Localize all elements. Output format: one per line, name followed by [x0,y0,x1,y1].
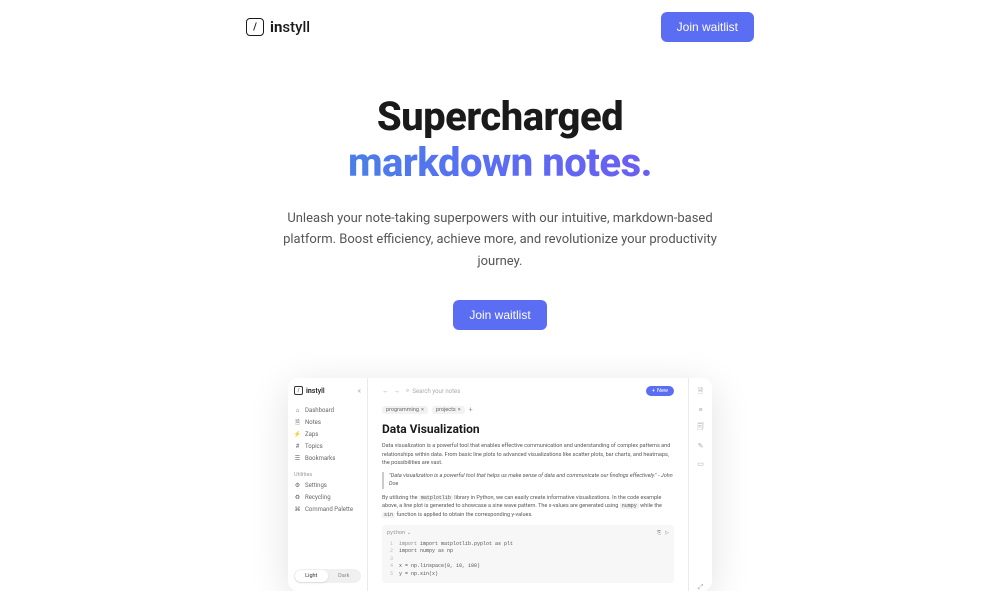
sidebar-item-settings[interactable]: ⚙Settings [294,482,361,489]
logo-mark-icon: / [246,18,264,36]
join-waitlist-button[interactable]: Join waitlist [661,12,754,42]
document-body: Data visualization is a powerful tool th… [382,442,674,583]
document-title: Data Visualization [382,422,674,436]
site-header: / instyll Join waitlist [0,0,1000,54]
sidebar-item-recycling[interactable]: ♻Recycling [294,494,361,501]
topbar: ← → ⌕ Search your notes + New [382,386,674,396]
sidebar-item-command-palette[interactable]: ⌘Command Palette [294,506,361,513]
rail-copy-icon[interactable]: 🗐 [697,424,705,432]
paragraph: By utilizing the matplotlib library in P… [382,494,674,520]
app-screenshot: / instyll « ⌂Dashboard 🗎Notes ⚡Zaps #Top… [288,378,712,591]
theme-dark[interactable]: Dark [328,570,361,582]
settings-icon: ⚙ [294,482,301,489]
code-block: python ⌄ ⎘ ▷ 1import import matplotlib.p… [382,525,674,583]
hero-section: Supercharged markdown notes. Unleash you… [0,54,1000,350]
theme-light[interactable]: Light [295,570,328,582]
tag-close-icon[interactable]: × [421,407,424,413]
sidebar: / instyll « ⌂Dashboard 🗎Notes ⚡Zaps #Top… [288,378,368,591]
tag-close-icon[interactable]: × [458,407,461,413]
rail-edit-icon[interactable]: ✎ [697,442,705,450]
sidebar-item-dashboard[interactable]: ⌂Dashboard [294,407,361,414]
tag-row: programming× projects× + [382,406,674,414]
tag-programming[interactable]: programming× [382,406,428,414]
search-icon: ⌕ [406,387,409,395]
add-tag-icon[interactable]: + [469,406,473,414]
hero-subtitle: Unleash your note-taking superpowers wit… [270,208,730,272]
hero-title: Supercharged markdown notes. [0,94,1000,186]
nav-forward-icon[interactable]: → [393,387,400,395]
inline-code: sin [382,512,395,518]
paragraph: Data visualization is a powerful tool th… [382,442,674,467]
search-input[interactable]: ⌕ Search your notes [406,387,640,395]
recycling-icon: ♻ [294,494,301,501]
topics-icon: # [294,443,301,450]
sidebar-item-zaps[interactable]: ⚡Zaps [294,431,361,438]
plus-icon: + [652,388,655,394]
inline-code: numpy [620,503,639,509]
command-icon: ⌘ [294,506,301,513]
sidebar-utils: ⚙Settings ♻Recycling ⌘Command Palette [294,482,361,513]
sidebar-item-notes[interactable]: 🗎Notes [294,419,361,426]
brand-name: instyll [270,18,310,36]
chevron-down-icon: ⌄ [407,530,411,538]
sidebar-collapse-icon[interactable]: « [358,387,361,395]
copy-icon[interactable]: ⎘ [657,530,661,538]
brand-logo[interactable]: / instyll [246,18,310,36]
theme-toggle[interactable]: Light Dark [294,569,361,583]
nav-back-icon[interactable]: ← [382,387,389,395]
tag-projects[interactable]: projects× [432,406,465,414]
rail-expand-icon[interactable]: ⤢ [697,583,705,591]
zaps-icon: ⚡ [294,431,301,438]
sidebar-nav: ⌂Dashboard 🗎Notes ⚡Zaps #Topics ☰Bookmar… [294,407,361,462]
sidebar-item-bookmarks[interactable]: ☰Bookmarks [294,455,361,462]
sidebar-logo: / instyll « [294,386,361,395]
blockquote: "Data visualization is a powerful tool t… [382,472,674,489]
home-icon: ⌂ [294,407,301,414]
rail-view-icon[interactable]: ▭ [697,460,705,468]
sidebar-section-utilities: Utilities [294,472,361,478]
code-language[interactable]: python ⌄ [387,530,411,538]
sidebar-item-topics[interactable]: #Topics [294,443,361,450]
bookmarks-icon: ☰ [294,455,301,462]
main-area: ← → ⌕ Search your notes + New programmin… [368,378,712,591]
hero-join-waitlist-button[interactable]: Join waitlist [453,300,546,330]
notes-icon: 🗎 [294,419,301,426]
rail-outline-icon[interactable]: ≡ [697,406,705,414]
rail-document-icon[interactable]: 🗎 [697,388,705,396]
new-button[interactable]: + New [646,386,674,396]
right-rail: 🗎 ≡ 🗐 ✎ ▭ ⤢ [688,378,712,591]
inline-code: matplotlib [419,495,453,501]
content-area: ← → ⌕ Search your notes + New programmin… [368,378,688,591]
sidebar-logo-icon: / [294,386,303,395]
run-icon[interactable]: ▷ [665,530,669,538]
